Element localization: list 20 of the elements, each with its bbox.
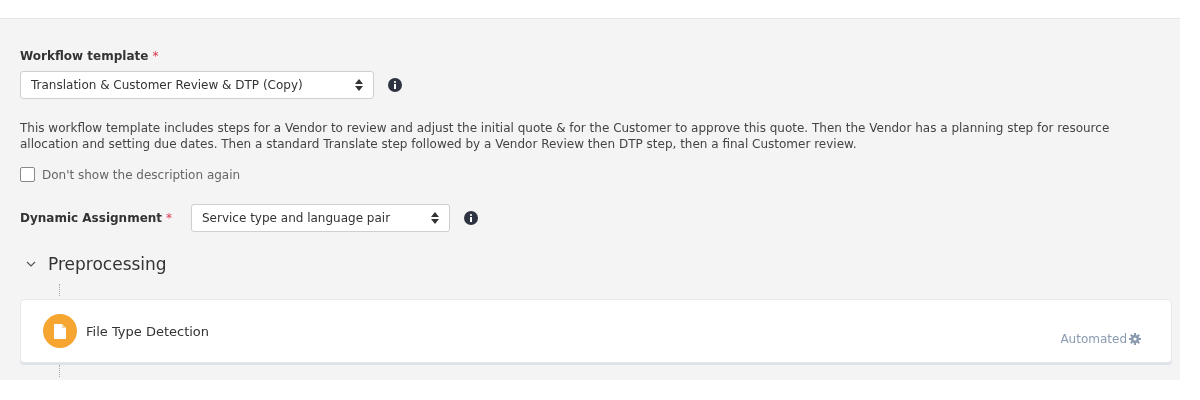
- file-icon: [43, 314, 77, 348]
- info-icon[interactable]: [388, 78, 402, 92]
- chevron-icon[interactable]: [26, 261, 36, 267]
- section-title: Preprocessing: [48, 254, 167, 274]
- field-label: Workflow template: [20, 49, 149, 63]
- checkbox[interactable]: [20, 167, 35, 182]
- step-mode: Automated: [1060, 332, 1127, 346]
- gear-icon: [1129, 333, 1141, 345]
- checkbox-label: Don't show the description again: [42, 167, 241, 182]
- assignment-select[interactable]: Service type and language pair: [191, 204, 450, 232]
- template-select[interactable]: Translation & Customer Review & DTP (Copy): [20, 71, 374, 99]
- step-title: File Type Detection: [86, 323, 211, 339]
- required-mark: *: [166, 211, 173, 225]
- step-card[interactable]: File Type Detection Automated: [20, 299, 1172, 363]
- sort-icon: [355, 79, 363, 91]
- field-label: Dynamic Assignment: [20, 211, 163, 225]
- template-description: This workflow template includes steps for a Vendor to review and adjust the initial quote & for the Customer to approve this quote. Then the Vendor has a planning step for resource allocation and setting due dates. Then a standard Translate step followed by a Vendor Review then DTP step, then a final Customer review.: [20, 121, 1111, 152]
- sort-icon: [431, 212, 439, 224]
- required-mark: *: [152, 49, 159, 63]
- info-icon[interactable]: [464, 211, 478, 225]
